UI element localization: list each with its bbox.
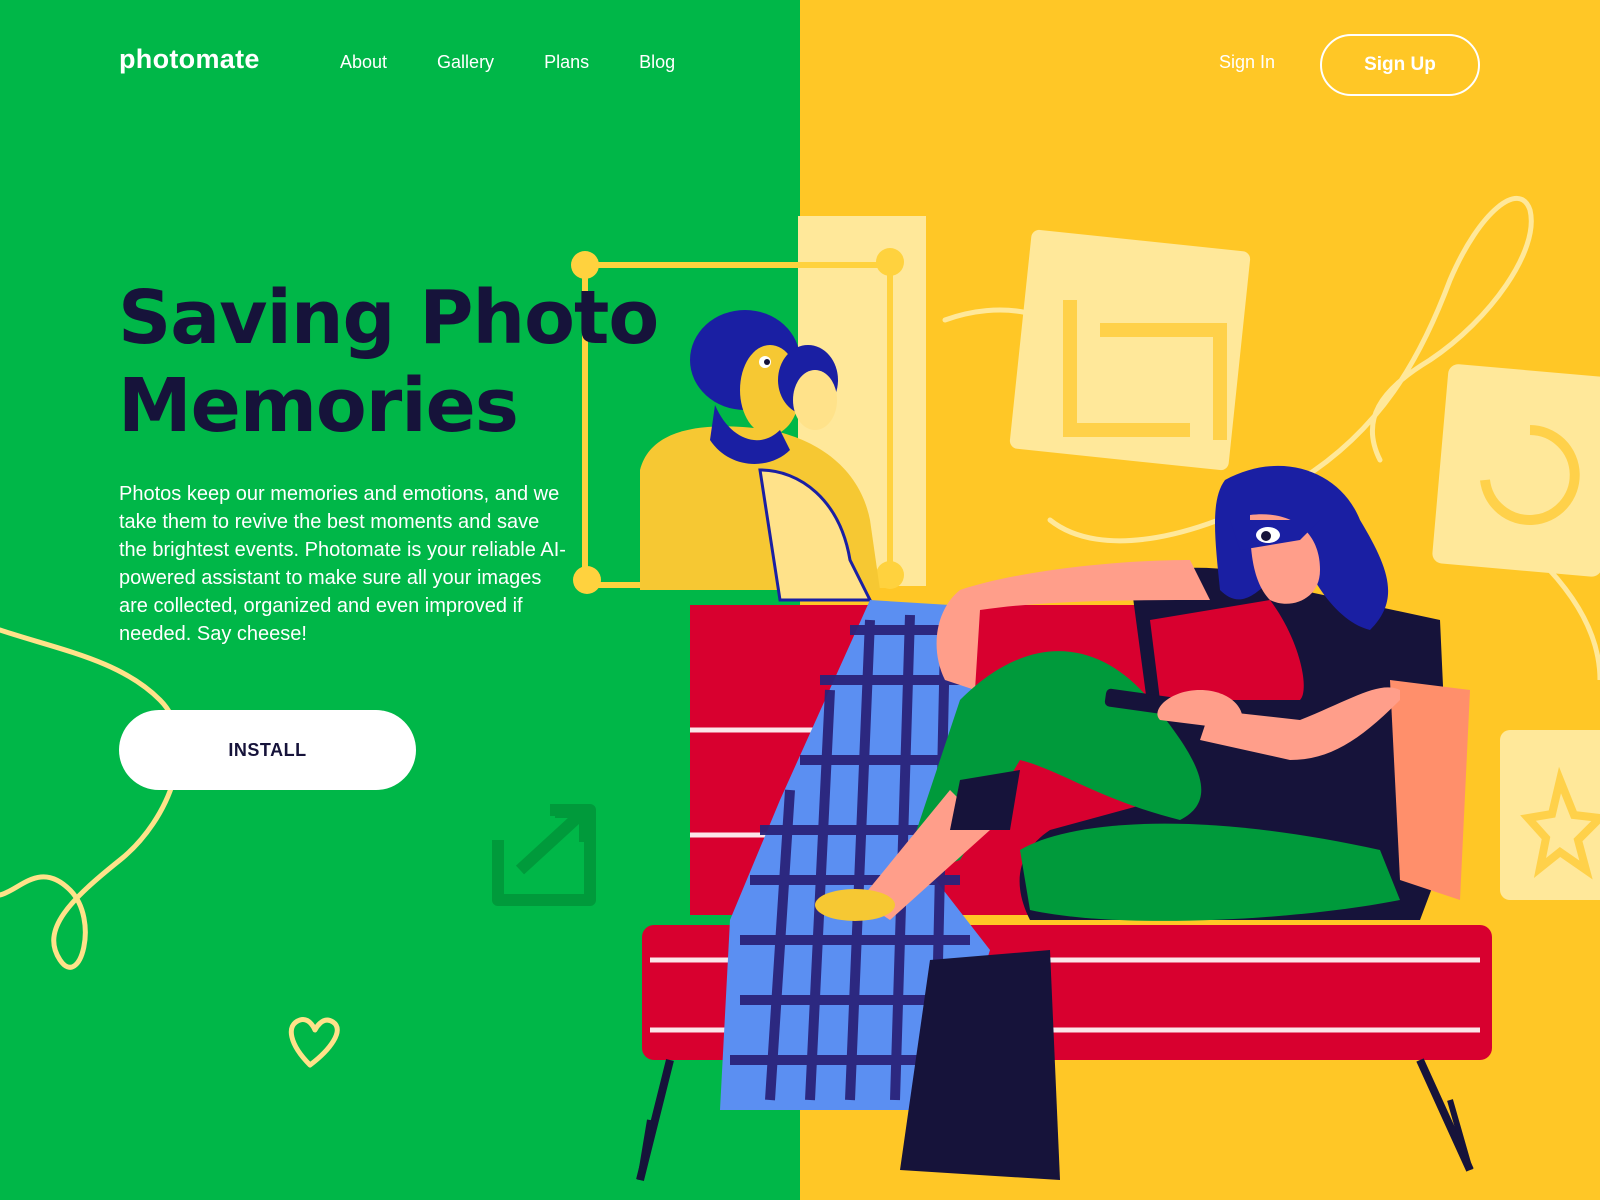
hero-title-line-2: Memories [118,363,519,449]
hero-title-line-1: Saving Photo [118,275,659,361]
install-button[interactable]: INSTALL [119,710,416,790]
nav-about[interactable]: About [340,52,387,73]
sign-up-button[interactable]: Sign Up [1320,34,1480,96]
hero-description: Photos keep our memories and emotions, a… [119,483,566,645]
nav-plans[interactable]: Plans [544,52,589,73]
heart-icon [288,1017,340,1068]
nav-blog[interactable]: Blog [639,52,675,73]
squiggle-left [0,627,182,970]
share-arrow-icon [492,804,596,906]
nav-gallery[interactable]: Gallery [437,52,494,73]
main-nav: About Gallery Plans Blog [340,52,725,73]
hero-title: Saving Photo Memories [118,274,758,450]
sign-in-link[interactable]: Sign In [1219,52,1275,73]
brand-logo[interactable]: photomate [119,44,260,75]
